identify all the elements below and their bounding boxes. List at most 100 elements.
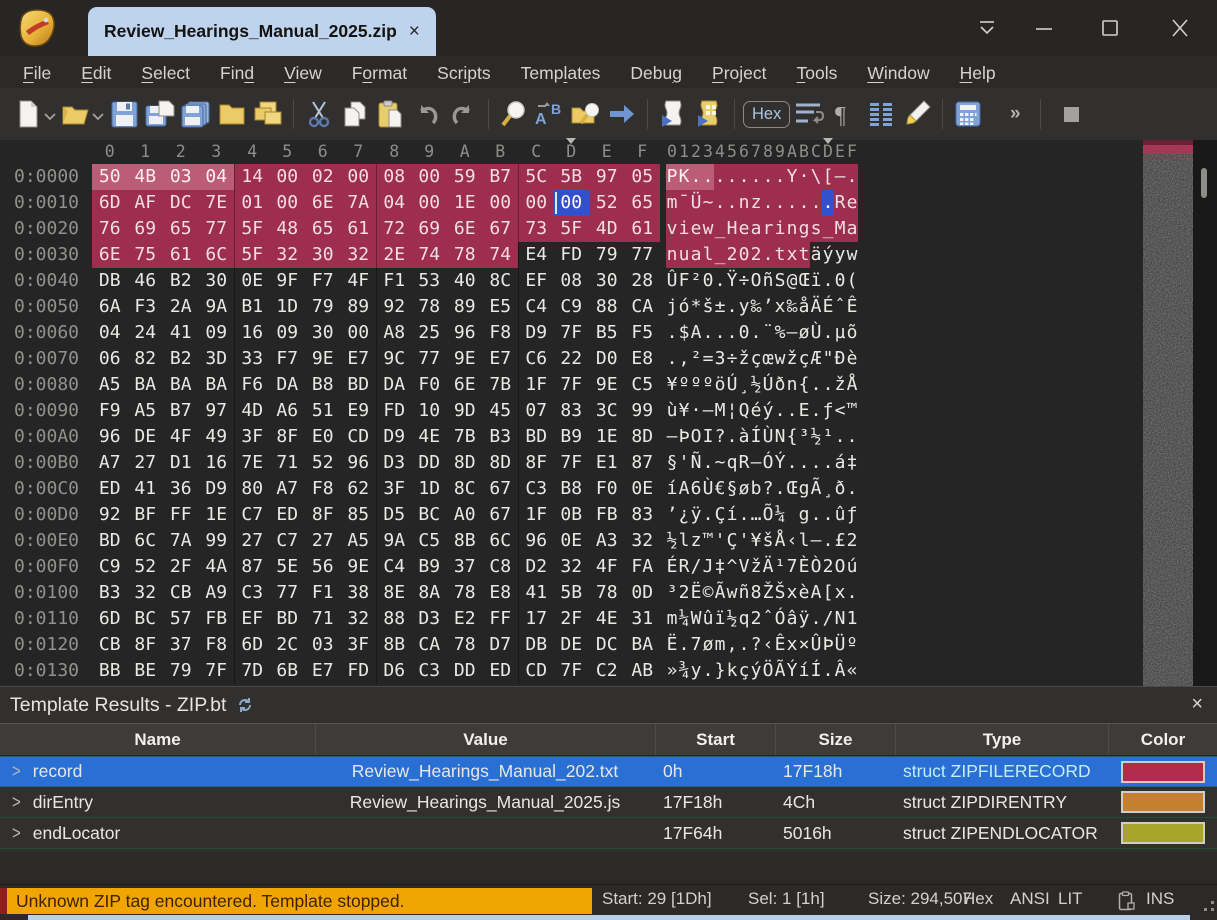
hex-char-cell[interactable]: Ÿ [726,268,738,294]
hex-char-cell[interactable]: _ [714,242,726,268]
hex-byte-cell[interactable]: 16 [234,320,270,346]
hex-char-cell[interactable]: 8 [750,580,762,606]
hex-char-cell[interactable]: ø [798,320,810,346]
hex-byte-cell[interactable]: 61 [163,242,199,268]
hex-char-cell[interactable]: ƒ [822,398,834,424]
hex-byte-cell[interactable]: BB [92,658,128,684]
hex-char-cell[interactable]: . [822,502,834,528]
hex-byte-cell[interactable]: 4E [412,424,448,450]
hex-byte-cell[interactable]: 00 [412,190,448,216]
hex-char-cell[interactable]: 2 [726,242,738,268]
hex-byte-cell[interactable]: 77 [199,216,235,242]
hex-char-cell[interactable]: ¾ [678,658,690,684]
hex-char-cell[interactable]: . [750,164,762,190]
hex-char-cell[interactable]: = [702,346,714,372]
hex-char-cell[interactable]: a [846,216,858,242]
column-header-color[interactable]: Color [1108,724,1217,755]
hex-char-cell[interactable]: A [678,476,690,502]
hex-char-cell[interactable]: b [750,476,762,502]
hex-char-cell[interactable]: . [786,398,798,424]
hex-char-cell[interactable]: ? [714,424,726,450]
hex-byte-cell[interactable]: 3F [376,476,412,502]
hex-char-cell[interactable]: M [714,398,726,424]
hex-char-cell[interactable]: k [726,658,738,684]
hex-byte-cell[interactable]: 6E [92,242,128,268]
hex-char-cell[interactable]: S [774,268,786,294]
hex-byte-cell[interactable]: 31 [625,606,661,632]
hex-char-cell[interactable]: 2 [750,242,762,268]
hex-byte-cell[interactable]: B2 [163,346,199,372]
hex-char-cell[interactable]: . [762,190,774,216]
hex-byte-cell[interactable]: C8 [483,554,519,580]
open-recent-button[interactable] [251,94,285,134]
hex-byte-cell[interactable]: 96 [341,450,377,476]
hex-char-cell[interactable]: e [690,216,702,242]
hex-byte-cell[interactable]: 87 [234,554,270,580]
hex-char-cell[interactable]: ± [714,294,726,320]
close-button[interactable] [1158,12,1202,44]
hex-byte-cell[interactable]: 00 [341,320,377,346]
hex-char-cell[interactable]: R [834,190,846,216]
hex-byte-cell[interactable]: 87 [625,450,661,476]
hex-char-cell[interactable]: ( [846,268,858,294]
hex-char-cell[interactable]: . [774,476,786,502]
hex-char-cell[interactable]: , [726,632,738,658]
hex-byte-cell[interactable]: 52 [305,450,341,476]
hex-byte-cell[interactable]: 32 [341,606,377,632]
hex-char-cell[interactable]: ý [750,658,762,684]
clipboard-icon[interactable] [1118,891,1136,911]
hex-char-cell[interactable]: ' [714,528,726,554]
hex-byte-cell[interactable]: C6 [518,346,554,372]
hex-byte-cell[interactable]: F7 [305,268,341,294]
hex-byte-cell[interactable]: 28 [625,268,661,294]
hex-byte-cell[interactable]: 74 [412,242,448,268]
hex-char-cell[interactable]: i [678,216,690,242]
hex-byte-cell[interactable]: 2A [163,294,199,320]
hex-char-cell[interactable]: Õ [762,502,774,528]
hex-char-cell[interactable]: l [702,242,714,268]
hex-byte-cell[interactable]: FF [483,606,519,632]
hex-char-cell[interactable]: x [786,242,798,268]
hex-byte-cell[interactable]: E5 [483,294,519,320]
hex-char-cell[interactable]: ¯ [678,190,690,216]
hex-byte-cell[interactable]: 04 [199,164,235,190]
hex-char-cell[interactable]: Ç [726,528,738,554]
hex-char-cell[interactable]: . [774,190,786,216]
hex-byte-cell[interactable]: 8B [447,528,483,554]
hex-byte-cell[interactable]: 5F [234,216,270,242]
hex-byte-cell[interactable]: 7F [554,450,590,476]
hex-byte-cell[interactable]: 27 [305,528,341,554]
hex-char-cell[interactable]: 7 [690,632,702,658]
hex-byte-cell[interactable]: ED [92,476,128,502]
resize-grip[interactable] [1198,895,1214,911]
hex-byte-cell[interactable]: 8D [447,450,483,476]
hex-char-cell[interactable]: x [786,632,798,658]
menu-view[interactable]: View [269,56,337,88]
hex-byte-cell[interactable]: 6C [199,242,235,268]
hex-byte-cell[interactable]: 5F [234,242,270,268]
hex-char-cell[interactable]: Q [738,398,750,424]
hex-byte-cell[interactable]: FD [341,658,377,684]
folder-button[interactable] [215,94,249,134]
hex-char-cell[interactable]: ¼ [678,606,690,632]
hex-byte-cell[interactable]: F1 [305,580,341,606]
open-file-button[interactable] [59,94,93,134]
hex-char-cell[interactable]: – [786,320,798,346]
hex-char-cell[interactable]: v [666,216,678,242]
hex-char-cell[interactable]: _ [822,216,834,242]
new-file-button[interactable] [11,94,45,134]
hex-char-cell[interactable]: ï [810,268,822,294]
hex-byte-cell[interactable]: E2 [447,606,483,632]
hex-byte-cell[interactable]: 06 [92,346,128,372]
hex-char-cell[interactable]: ¸ [822,476,834,502]
hex-char-cell[interactable]: ² [690,346,702,372]
hex-char-cell[interactable]: ¹ [822,424,834,450]
hex-byte-cell[interactable]: 04 [376,190,412,216]
hex-char-cell[interactable]: 1 [846,606,858,632]
hex-char-cell[interactable]: i [774,216,786,242]
hex-byte-cell[interactable]: 78 [447,242,483,268]
hex-byte-cell[interactable]: 9E [341,554,377,580]
hex-byte-cell[interactable]: 0B [554,502,590,528]
hex-byte-cell[interactable]: 16 [199,450,235,476]
column-header-type[interactable]: Type [895,724,1108,755]
